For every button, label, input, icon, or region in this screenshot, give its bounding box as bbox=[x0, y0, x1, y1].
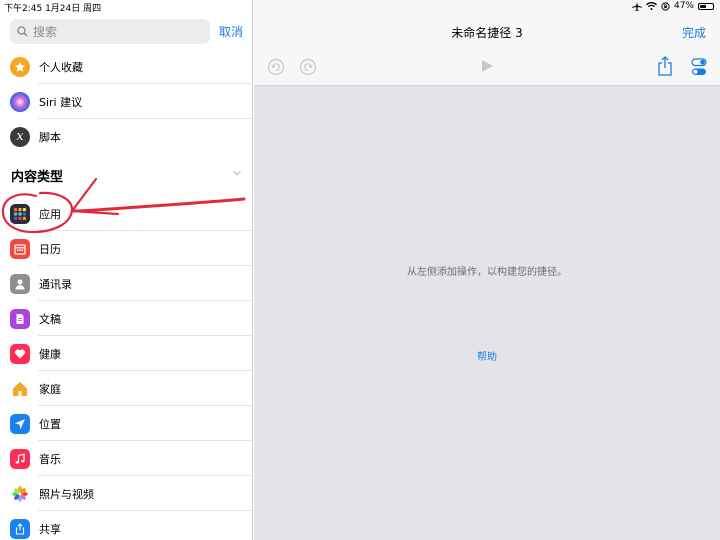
share-icon bbox=[10, 518, 30, 539]
document-icon bbox=[10, 308, 30, 329]
calendar-icon bbox=[10, 238, 30, 259]
share-icon[interactable] bbox=[657, 56, 673, 76]
status-indicators: 47% bbox=[631, 1, 714, 11]
sidebar-item-label: 音乐 bbox=[39, 452, 61, 466]
sidebar-item-label: 通讯录 bbox=[39, 277, 72, 291]
sidebar-item-label: 日历 bbox=[39, 242, 61, 256]
top-action-list: 个人收藏 Siri 建议 x 脚本 bbox=[0, 49, 253, 154]
status-bar: 下午2:45 1月24日 周四 47% bbox=[0, 0, 720, 14]
sidebar-item-sharing[interactable]: 共享 bbox=[0, 511, 253, 540]
siri-icon bbox=[10, 91, 30, 112]
sidebar-item-label: 家庭 bbox=[39, 382, 61, 396]
rotation-lock-icon bbox=[661, 1, 670, 11]
sidebar-item-label: 脚本 bbox=[39, 130, 61, 144]
apps-grid-icon bbox=[10, 203, 30, 224]
settings-toggle-icon[interactable] bbox=[691, 57, 707, 77]
sidebar-item-label: 应用 bbox=[39, 207, 61, 221]
content-type-list: 应用 日历 通讯录 文稿 健康 家庭 位置 音乐 照片与视频 共享 bbox=[0, 196, 253, 540]
sidebar-item-home[interactable]: 家庭 bbox=[0, 371, 253, 406]
empty-state-hint: 从左侧添加操作，以构建您的捷径。 bbox=[407, 267, 567, 278]
sidebar-item-label: Siri 建议 bbox=[39, 95, 83, 109]
battery-percent: 47% bbox=[673, 1, 694, 11]
search-row: 取消 bbox=[10, 19, 246, 44]
chevron-down-icon[interactable] bbox=[232, 168, 242, 178]
sidebar-item-label: 健康 bbox=[39, 347, 61, 361]
sidebar-item-label: 照片与视频 bbox=[39, 487, 94, 501]
sidebar-item-label: 共享 bbox=[39, 522, 61, 536]
search-field[interactable] bbox=[10, 19, 210, 44]
sidebar-item-music[interactable]: 音乐 bbox=[0, 441, 253, 476]
sidebar-item-contacts[interactable]: 通讯录 bbox=[0, 266, 253, 301]
contacts-icon bbox=[10, 273, 30, 294]
sidebar-item-location[interactable]: 位置 bbox=[0, 406, 253, 441]
star-icon bbox=[10, 56, 30, 77]
wifi-icon bbox=[646, 2, 657, 10]
sidebar-item-label: 个人收藏 bbox=[39, 60, 83, 74]
done-button[interactable]: 完成 bbox=[682, 24, 706, 41]
location-arrow-icon bbox=[10, 413, 30, 434]
sidebar-item-label: 文稿 bbox=[39, 312, 61, 326]
play-icon[interactable] bbox=[480, 59, 494, 73]
airplane-icon bbox=[631, 1, 642, 11]
sidebar-item-apps[interactable]: 应用 bbox=[0, 196, 253, 231]
battery-icon bbox=[698, 2, 714, 10]
sidebar-item-calendar[interactable]: 日历 bbox=[0, 231, 253, 266]
cancel-button[interactable]: 取消 bbox=[219, 23, 243, 40]
sidebar-item-scripting[interactable]: x 脚本 bbox=[0, 119, 253, 154]
editor-area: 未命名捷径 3 完成 从左侧添加操作，以构建您的捷径。 帮助 bbox=[254, 0, 720, 540]
sidebar: 取消 个人收藏 Siri 建议 x 脚本 内容类型 bbox=[0, 0, 253, 540]
sidebar-item-siri-suggestions[interactable]: Siri 建议 bbox=[0, 84, 253, 119]
page-title[interactable]: 未命名捷径 3 bbox=[254, 24, 720, 41]
help-link[interactable]: 帮助 bbox=[254, 348, 720, 363]
search-input[interactable] bbox=[33, 24, 193, 39]
heart-icon bbox=[10, 343, 30, 364]
sidebar-item-health[interactable]: 健康 bbox=[0, 336, 253, 371]
redo-icon[interactable] bbox=[299, 58, 317, 76]
search-icon bbox=[17, 26, 28, 37]
section-header-content-types: 内容类型 bbox=[11, 170, 64, 185]
sidebar-item-documents[interactable]: 文稿 bbox=[0, 301, 253, 336]
home-icon bbox=[10, 379, 30, 399]
status-time-date: 下午2:45 1月24日 周四 bbox=[4, 4, 102, 14]
undo-icon[interactable] bbox=[267, 58, 285, 76]
sidebar-item-label: 位置 bbox=[39, 417, 61, 431]
sidebar-item-favorites[interactable]: 个人收藏 bbox=[0, 49, 253, 84]
music-note-icon bbox=[10, 448, 30, 469]
sidebar-item-photos[interactable]: 照片与视频 bbox=[0, 476, 253, 511]
script-x-icon: x bbox=[10, 126, 30, 147]
photos-flower-icon bbox=[10, 484, 30, 504]
